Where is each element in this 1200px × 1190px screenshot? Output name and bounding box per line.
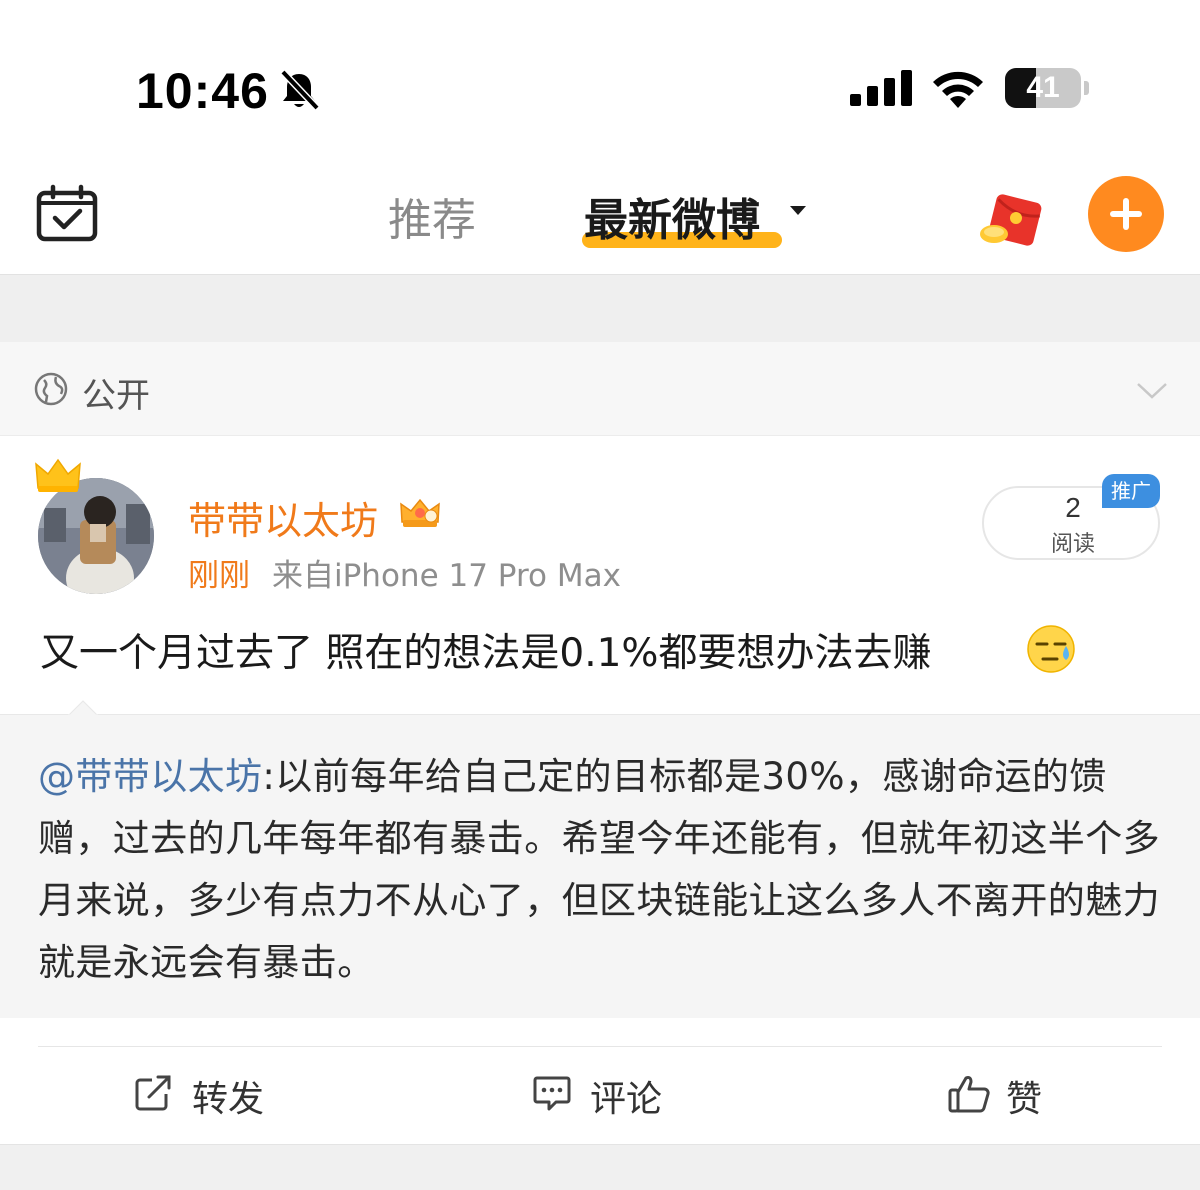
bell-off-icon bbox=[280, 69, 320, 111]
read-count-label: 阅读 bbox=[1050, 532, 1095, 557]
repost-pointer bbox=[68, 700, 98, 716]
visibility-label: 公开 bbox=[82, 376, 150, 416]
username[interactable]: 带带以太坊 bbox=[188, 490, 378, 545]
wifi-icon bbox=[933, 71, 983, 108]
action-divider bbox=[38, 1046, 1162, 1047]
like-label: 赞 bbox=[1006, 1079, 1043, 1120]
comment-button[interactable]: 评论 bbox=[532, 1066, 692, 1120]
battery-icon: 41 bbox=[1005, 68, 1089, 108]
post-source: 来自iPhone 17 Pro Max bbox=[272, 558, 621, 594]
promote-badge[interactable]: 推广 bbox=[1102, 474, 1160, 508]
repost-label: 转发 bbox=[192, 1079, 265, 1120]
crown-icon bbox=[35, 458, 81, 492]
comment-icon bbox=[533, 1076, 571, 1111]
tab-dropdown-caret-icon[interactable] bbox=[790, 206, 806, 215]
status-bar: 10:46 41 bbox=[0, 0, 1200, 150]
chevron-down-icon[interactable] bbox=[1136, 382, 1168, 400]
thumbs-up-icon bbox=[948, 1076, 990, 1113]
sweat-smile-emoji bbox=[1027, 625, 1075, 673]
top-nav: 推荐 最新微博 bbox=[0, 150, 1200, 274]
visibility-row[interactable]: 公开 bbox=[0, 342, 1200, 436]
tab-latest-weibo[interactable]: 最新微博 bbox=[584, 184, 760, 248]
repost-button[interactable]: 转发 bbox=[134, 1066, 294, 1120]
calendar-check-icon[interactable] bbox=[36, 184, 98, 242]
mention-link[interactable]: @带带以太坊 bbox=[38, 755, 262, 798]
battery-percentage: 41 bbox=[1026, 71, 1060, 104]
post-timestamp: 刚刚 bbox=[188, 558, 250, 594]
status-time: 10:46 bbox=[136, 63, 269, 119]
red-packet-icon[interactable] bbox=[976, 190, 1046, 252]
globe-icon bbox=[34, 372, 68, 406]
feed-separator-bottom bbox=[0, 1144, 1200, 1190]
cellular-signal-icon bbox=[850, 70, 912, 106]
share-icon bbox=[135, 1075, 171, 1111]
vip-crown-badge-icon[interactable] bbox=[398, 494, 442, 530]
tab-recommend[interactable]: 推荐 bbox=[388, 184, 476, 248]
comment-label: 评论 bbox=[590, 1079, 663, 1120]
avatar-container[interactable] bbox=[34, 456, 158, 596]
post-body-text: 又一个月过去了 照在的想法是0.1%都要想办法去赚 bbox=[40, 631, 932, 676]
add-post-button[interactable] bbox=[1088, 176, 1164, 252]
repost-text: @带带以太坊:以前每年给自己定的目标都是30%，感谢命运的馈赠，过去的几年每年都… bbox=[38, 746, 1168, 994]
feed-separator bbox=[0, 274, 1200, 342]
tab-latest-label: 最新微博 bbox=[584, 195, 760, 246]
like-button[interactable]: 赞 bbox=[948, 1066, 1068, 1120]
